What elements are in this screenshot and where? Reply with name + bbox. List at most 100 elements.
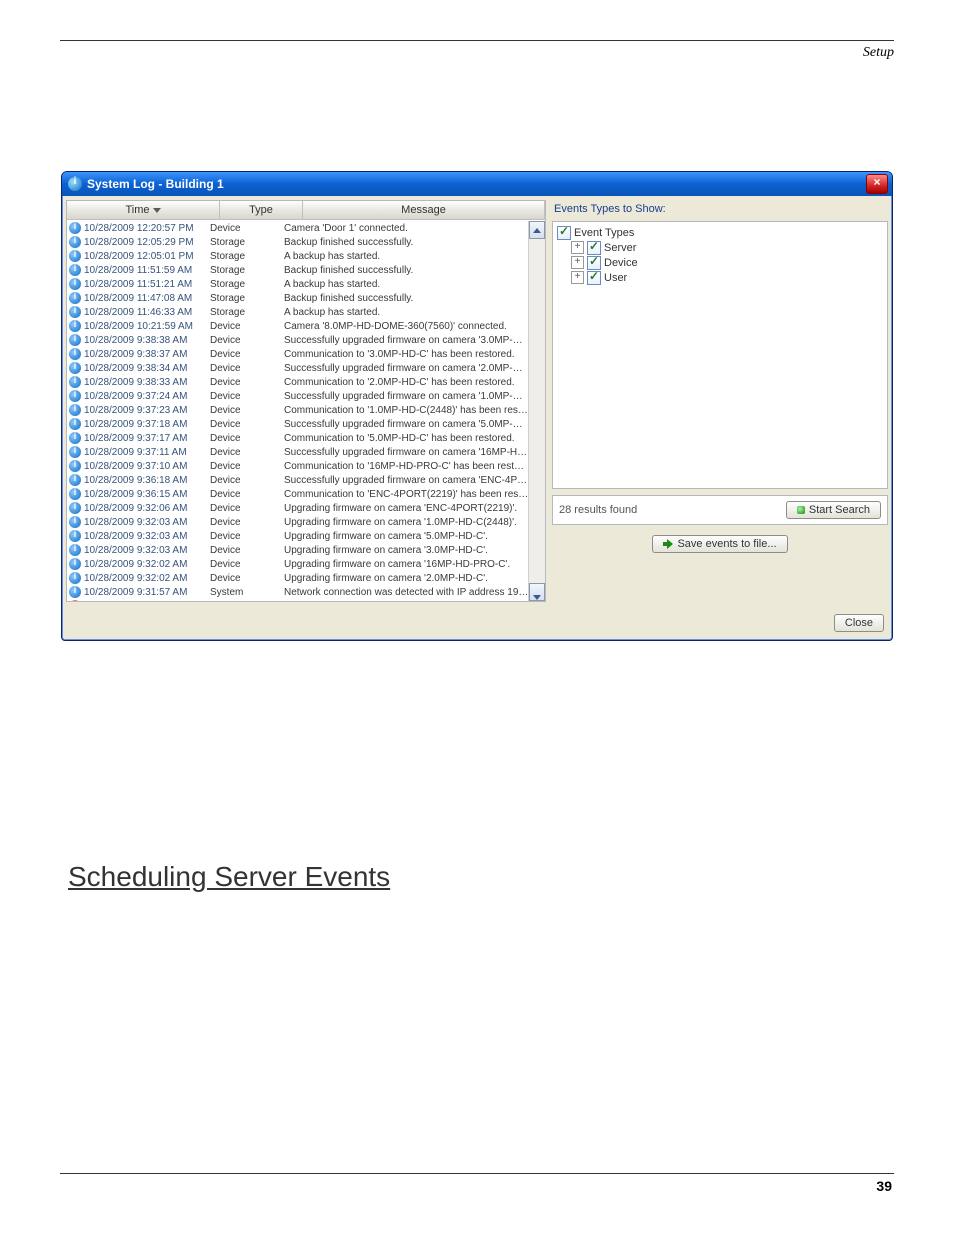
save-events-button[interactable]: Save events to file... (652, 535, 787, 553)
cell-type: Storage (210, 237, 284, 248)
scroll-up-icon[interactable] (529, 221, 545, 239)
table-row[interactable]: 10/28/2009 9:38:34 AMDeviceSuccessfully … (67, 361, 529, 375)
cell-type: Device (210, 461, 284, 472)
cell-time: 10/28/2009 10:21:59 AM (84, 321, 210, 332)
cell-type: Device (210, 545, 284, 556)
info-icon (69, 516, 81, 528)
cell-message: Backup finished successfully. (284, 265, 529, 276)
vertical-scrollbar[interactable] (528, 221, 545, 601)
column-header-message[interactable]: Message (303, 201, 545, 219)
table-row[interactable]: 10/28/2009 9:37:11 AMDeviceSuccessfully … (67, 445, 529, 459)
page-header-label: Setup (60, 45, 894, 61)
info-icon (69, 306, 81, 318)
page-number: 39 (60, 1178, 894, 1194)
info-icon (69, 390, 81, 402)
table-row[interactable]: 10/28/2009 9:32:03 AMDeviceUpgrading fir… (67, 529, 529, 543)
table-row[interactable]: 10/28/2009 9:36:15 AMDeviceCommunication… (67, 487, 529, 501)
table-row[interactable]: 10/28/2009 12:05:29 PMStorageBackup fini… (67, 235, 529, 249)
scroll-track[interactable] (530, 239, 544, 583)
table-header: Time Type Message (67, 201, 545, 220)
table-row[interactable]: 10/28/2009 9:38:33 AMDeviceCommunication… (67, 375, 529, 389)
table-row[interactable]: 10/28/2009 9:37:18 AMDeviceSuccessfully … (67, 417, 529, 431)
info-icon (69, 502, 81, 514)
expand-icon[interactable]: + (571, 256, 584, 269)
table-row[interactable]: 10/28/2009 9:38:37 AMDeviceCommunication… (67, 347, 529, 361)
table-row[interactable]: 10/28/2009 9:37:10 AMDeviceCommunication… (67, 459, 529, 473)
cell-type: Device (210, 503, 284, 514)
table-row[interactable]: 10/28/2009 9:37:24 AMDeviceSuccessfully … (67, 389, 529, 403)
table-row[interactable]: 10/28/2009 9:32:02 AMDeviceUpgrading fir… (67, 557, 529, 571)
tree-item[interactable]: + User (557, 270, 883, 285)
cell-time: 10/28/2009 9:37:18 AM (84, 419, 210, 430)
cell-time: 10/28/2009 12:05:29 PM (84, 237, 210, 248)
close-icon[interactable]: × (866, 174, 888, 194)
cell-time: 10/28/2009 11:46:33 AM (84, 307, 210, 318)
cell-message: Successfully upgraded firmware on camera… (284, 447, 529, 458)
table-row[interactable]: 10/28/2009 11:46:33 AMStorageA backup ha… (67, 305, 529, 319)
cell-type: Storage (210, 251, 284, 262)
table-row[interactable]: 10/28/2009 12:05:01 PMStorageA backup ha… (67, 249, 529, 263)
cell-time: 10/28/2009 9:36:15 AM (84, 489, 210, 500)
cell-time: 10/28/2009 12:20:57 PM (84, 223, 210, 234)
start-search-button[interactable]: Start Search (786, 501, 881, 519)
log-table: Time Type Message 10/28/2009 12:20:57 PM… (66, 200, 546, 602)
tree-item[interactable]: +Server (557, 240, 883, 255)
table-row[interactable]: 10/28/2009 9:37:17 AMDeviceCommunication… (67, 431, 529, 445)
checkbox[interactable] (587, 241, 601, 255)
cell-message: Communication to '2.0MP-HD-C' has been r… (284, 377, 529, 388)
info-icon (69, 488, 81, 500)
table-row[interactable]: 10/28/2009 11:47:08 AMStorageBackup fini… (67, 291, 529, 305)
cell-type: Device (210, 363, 284, 374)
info-icon (69, 418, 81, 430)
tree-item[interactable]: + Device (557, 255, 883, 270)
expand-icon[interactable]: + (571, 271, 584, 284)
checkbox[interactable] (587, 271, 601, 285)
table-row[interactable]: 10/28/2009 9:31:57 AMSystemThe LPR plugi… (67, 599, 529, 601)
table-row[interactable]: 10/28/2009 11:51:21 AMStorageA backup ha… (67, 277, 529, 291)
info-icon (69, 222, 81, 234)
table-row[interactable]: 10/28/2009 9:32:06 AMDeviceUpgrading fir… (67, 501, 529, 515)
column-header-time[interactable]: Time (67, 201, 220, 219)
table-row[interactable]: 10/28/2009 9:36:18 AMDeviceSuccessfully … (67, 473, 529, 487)
expand-icon[interactable]: + (571, 241, 584, 254)
checkbox-event-types[interactable] (557, 226, 571, 240)
tree-item-label: Device (604, 257, 638, 269)
table-row[interactable]: 10/28/2009 9:31:57 AMSystemNetwork conne… (67, 585, 529, 599)
save-icon (663, 539, 673, 549)
table-row[interactable]: 10/28/2009 12:20:57 PMDeviceCamera 'Door… (67, 221, 529, 235)
table-row[interactable]: 10/28/2009 9:38:38 AMDeviceSuccessfully … (67, 333, 529, 347)
cell-type: Device (210, 349, 284, 360)
table-row[interactable]: 10/28/2009 10:21:59 AMDeviceCamera '8.0M… (67, 319, 529, 333)
cell-time: 10/28/2009 9:38:33 AM (84, 377, 210, 388)
info-icon (69, 558, 81, 570)
cell-type: Device (210, 489, 284, 500)
table-row[interactable]: 10/28/2009 9:32:02 AMDeviceUpgrading fir… (67, 571, 529, 585)
info-icon (69, 250, 81, 262)
save-events-label: Save events to file... (677, 538, 776, 550)
cell-time: 10/28/2009 9:31:57 AM (84, 601, 210, 602)
cell-type: Device (210, 377, 284, 388)
info-icon (69, 362, 81, 374)
tree-item-label: User (604, 272, 627, 284)
table-row[interactable]: 10/28/2009 9:32:03 AMDeviceUpgrading fir… (67, 515, 529, 529)
info-icon (69, 264, 81, 276)
cell-message: Communication to '3.0MP-HD-C' has been r… (284, 349, 529, 360)
cell-time: 10/28/2009 9:32:03 AM (84, 545, 210, 556)
tree-root-item[interactable]: Event Types (557, 225, 883, 240)
close-button[interactable]: Close (834, 614, 884, 632)
cell-type: Device (210, 475, 284, 486)
table-row[interactable]: 10/28/2009 11:51:59 AMStorageBackup fini… (67, 263, 529, 277)
column-header-type[interactable]: Type (220, 201, 303, 219)
cell-time: 10/28/2009 9:38:38 AM (84, 335, 210, 346)
scroll-down-icon[interactable] (529, 583, 545, 601)
cell-type: Device (210, 433, 284, 444)
cell-type: Device (210, 335, 284, 346)
checkbox[interactable] (587, 256, 601, 270)
table-row[interactable]: 10/28/2009 9:32:03 AMDeviceUpgrading fir… (67, 543, 529, 557)
table-row[interactable]: 10/28/2009 9:37:23 AMDeviceCommunication… (67, 403, 529, 417)
cell-time: 10/28/2009 9:37:24 AM (84, 391, 210, 402)
window-title: System Log - Building 1 (87, 177, 866, 191)
cell-type: Storage (210, 265, 284, 276)
titlebar[interactable]: System Log - Building 1 × (62, 172, 892, 196)
info-icon (69, 320, 81, 332)
